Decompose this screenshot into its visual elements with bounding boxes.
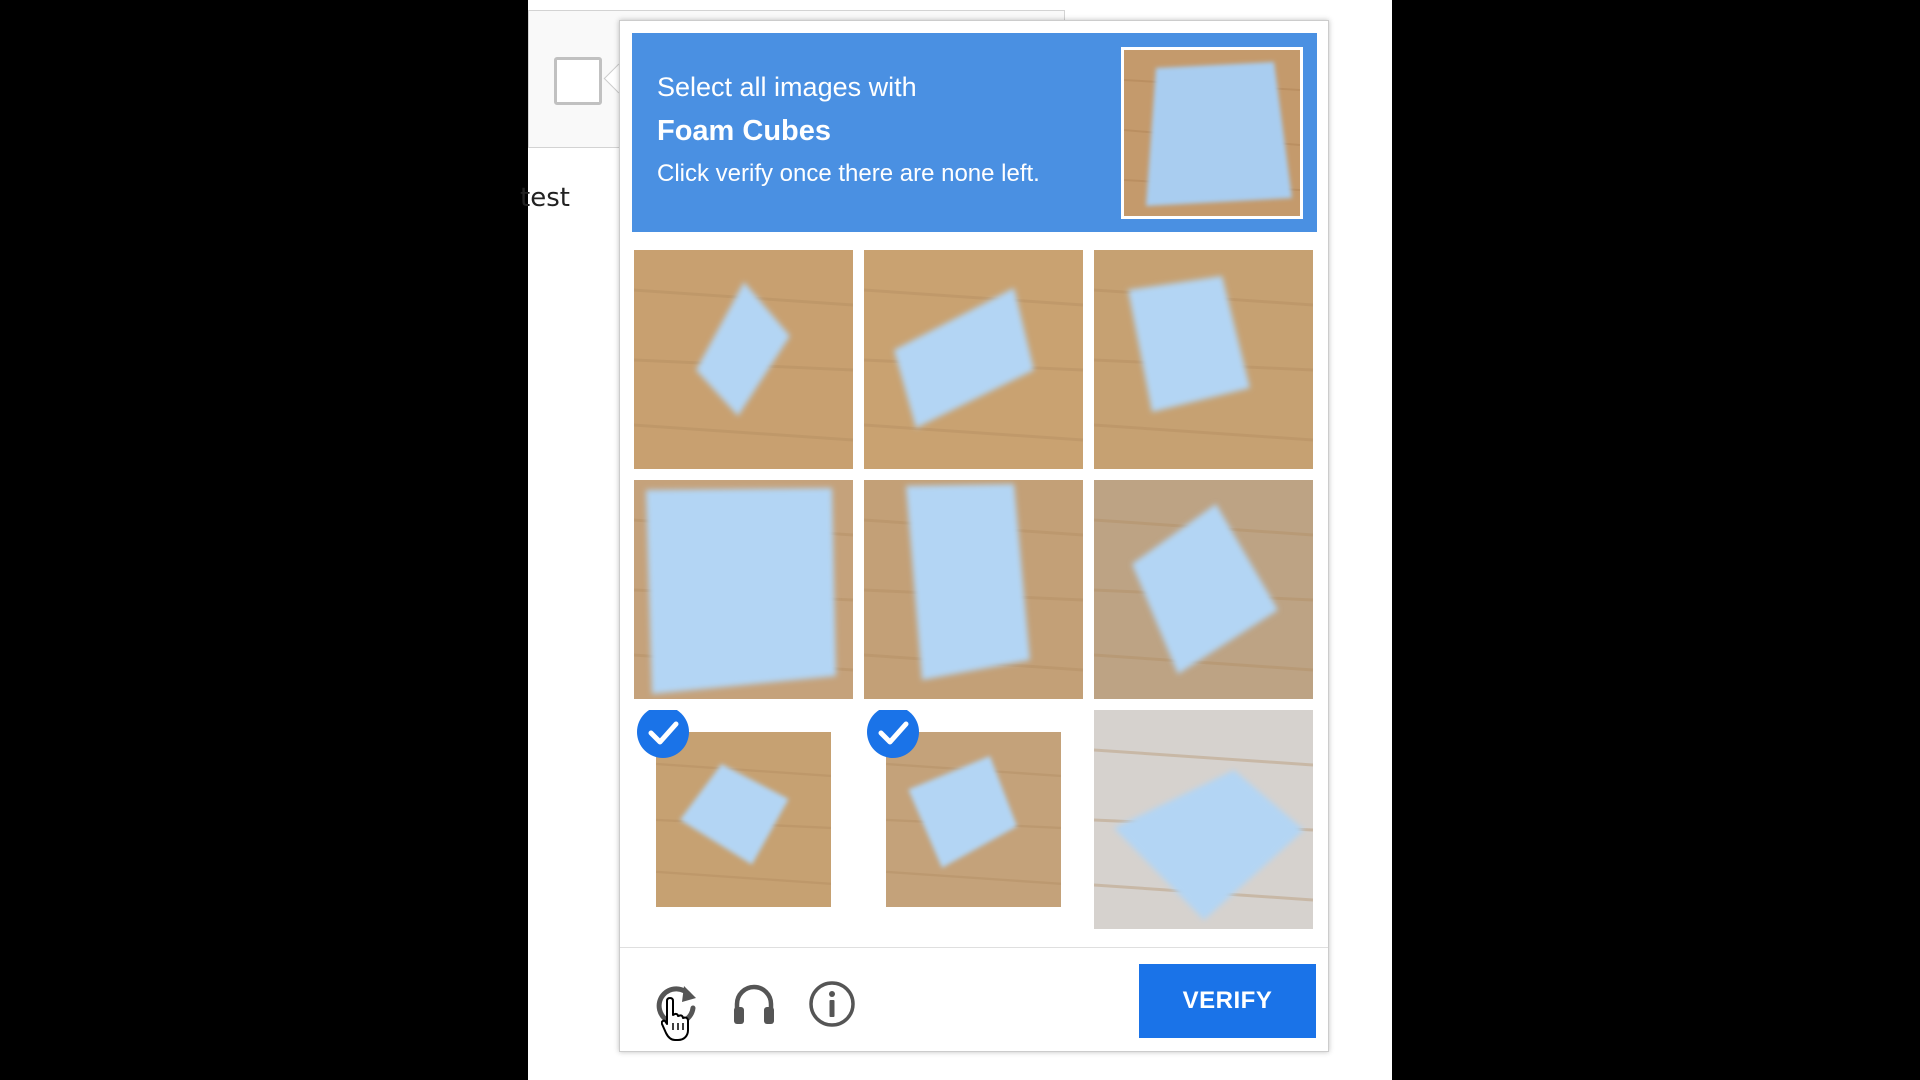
verify-button[interactable]: VERIFY [1139, 964, 1316, 1038]
image-tile[interactable] [1094, 250, 1313, 469]
image-tile[interactable] [1094, 480, 1313, 699]
image-tile[interactable] [864, 480, 1083, 699]
image-tile[interactable] [864, 250, 1083, 469]
selected-check-icon [867, 710, 919, 758]
footer-divider [620, 947, 1328, 948]
foam-cube-image [1094, 480, 1313, 699]
foam-cube-image [864, 480, 1083, 699]
foam-cube-image [634, 250, 853, 469]
image-tile[interactable] [864, 710, 1083, 929]
image-tile[interactable] [634, 480, 853, 699]
instruction-text: Select all images with [657, 72, 917, 102]
image-tile[interactable] [634, 250, 853, 469]
page-text: test [520, 183, 570, 213]
selected-check-icon [637, 710, 689, 758]
image-tile[interactable] [634, 710, 853, 929]
sample-image [1121, 47, 1303, 219]
foam-cube-image [886, 732, 1061, 907]
image-tile[interactable] [1094, 710, 1313, 929]
foam-cube-image [656, 732, 831, 907]
instruction-subtext: Click verify once there are none left. [657, 160, 1040, 187]
foam-cube-image [634, 480, 853, 699]
target-object-label: Foam Cubes [657, 115, 832, 147]
foam-cube-image [1094, 710, 1313, 929]
info-icon[interactable] [806, 978, 858, 1030]
hand-cursor-icon [661, 997, 689, 1041]
foam-cube-image [864, 250, 1083, 469]
foam-cube-image [1094, 250, 1313, 469]
headphones-icon[interactable] [728, 978, 780, 1030]
captcha-checkbox[interactable] [554, 57, 602, 105]
